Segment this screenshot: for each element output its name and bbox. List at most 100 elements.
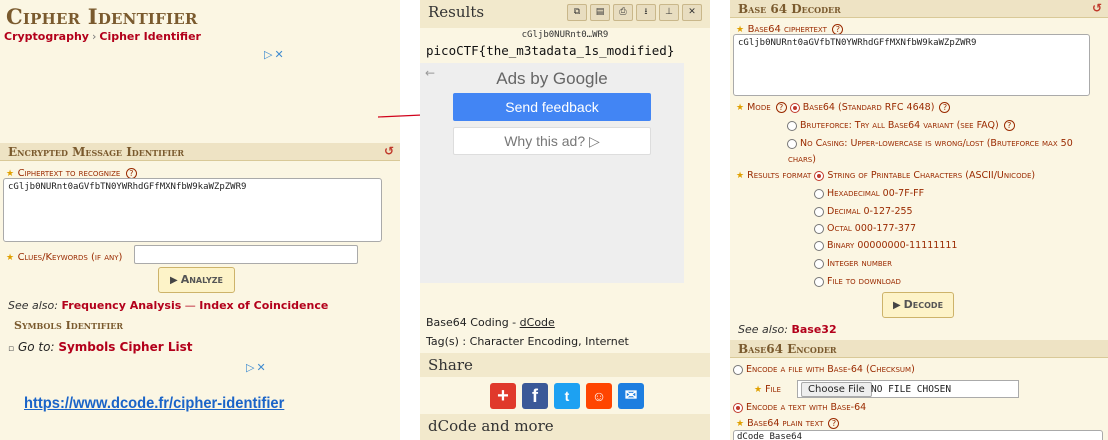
download-icon[interactable]: ⭳ bbox=[636, 4, 656, 21]
format-decimal-row: Decimal 0-127-255 bbox=[814, 206, 913, 217]
twitter-icon[interactable]: t bbox=[554, 383, 580, 409]
page-url[interactable]: https://www.dcode.fr/cipher-identifier bbox=[24, 395, 284, 413]
ad-choices-icon[interactable]: ▷✕ bbox=[264, 48, 286, 61]
dcode-link[interactable]: dCode bbox=[520, 316, 555, 329]
cipher-identifier-panel: Cipher Identifier Cryptography › Cipher Id… bbox=[0, 0, 400, 440]
plain-text-input[interactable]: dCode Base64 bbox=[733, 430, 1103, 440]
format-octal-row: Octal 000-177-377 bbox=[814, 223, 916, 234]
required-star-icon: ★ bbox=[754, 385, 763, 395]
breadcrumb-cryptography[interactable]: Cryptography bbox=[4, 30, 89, 43]
decoder-title: Base 64 Decoder bbox=[738, 2, 841, 16]
results-output: picoCTF{the_m3tadata_1s_modified} bbox=[426, 43, 675, 58]
required-star-icon: ★ bbox=[6, 253, 15, 263]
encode-file-label: Encode a file with Base-64 (Checksum) bbox=[746, 364, 915, 375]
mode-bruteforce-row: Bruteforce: Try all Base64 variant (see … bbox=[787, 120, 1015, 131]
format-integer-radio[interactable] bbox=[814, 258, 824, 269]
section-title: Encrypted Message Identifier bbox=[8, 145, 185, 159]
file-label-row: ★ File bbox=[754, 384, 781, 395]
encode-text-label: Encode a text with Base-64 bbox=[746, 402, 867, 413]
print-icon[interactable]: ⎙ bbox=[613, 4, 633, 21]
close-icon[interactable]: ✕ bbox=[682, 4, 702, 21]
help-icon[interactable]: ? bbox=[125, 167, 137, 179]
encoder-title: Base64 Encoder bbox=[738, 342, 837, 356]
format-binary-row: Binary 00000000-11111111 bbox=[814, 240, 957, 251]
see-also: See also: Base32 bbox=[738, 323, 837, 336]
help-icon[interactable]: ? bbox=[1003, 120, 1015, 131]
required-star-icon: ★ bbox=[736, 171, 745, 181]
required-star-icon: ★ bbox=[736, 103, 745, 113]
mode-standard-label: Base64 (Standard RFC 4648) bbox=[802, 102, 935, 113]
see-also: See also: Frequency Analysis — Index of … bbox=[8, 299, 328, 312]
mode-bruteforce-label: Bruteforce: Try all Base64 variant (see … bbox=[800, 120, 999, 131]
format-string-radio[interactable] bbox=[814, 170, 825, 181]
format-decimal-label: Decimal 0-127-255 bbox=[827, 206, 913, 217]
results-ciphertext: cGljb0NURnt0…WR9 bbox=[521, 30, 609, 40]
format-file-radio[interactable] bbox=[814, 276, 824, 287]
copy-icon[interactable]: ⧉ bbox=[567, 4, 587, 21]
see-also-prefix: See also: bbox=[738, 323, 788, 336]
frequency-analysis-link[interactable]: Frequency Analysis bbox=[61, 299, 181, 312]
pin-icon[interactable]: ⊥ bbox=[659, 4, 679, 21]
clues-label-row: ★ Clues/Keywords (if any) bbox=[6, 250, 122, 263]
mode-nocasing-row: No Casing: Upper-lowercase is wrong/lost… bbox=[787, 138, 1073, 149]
reload-icon[interactable]: ↺ bbox=[1092, 1, 1102, 15]
mode-standard-radio[interactable] bbox=[789, 102, 800, 113]
dcode-and-more-title: dCode and more bbox=[428, 417, 554, 435]
encode-text-radio[interactable] bbox=[733, 402, 743, 413]
google-ad-panel: ← Ads by Google Send feedback Why this a… bbox=[420, 63, 684, 283]
format-binary-radio[interactable] bbox=[814, 240, 824, 251]
base32-link[interactable]: Base32 bbox=[791, 323, 836, 336]
required-star-icon: ★ bbox=[736, 419, 745, 429]
encoder-header: Base64 Encoder bbox=[730, 340, 1108, 358]
tags: Tag(s) : Character Encoding, Internet bbox=[426, 335, 629, 348]
play-icon: ▶ bbox=[169, 275, 178, 286]
breadcrumb: Cryptography › Cipher Identifier bbox=[4, 30, 201, 43]
mode-bruteforce-radio[interactable] bbox=[787, 120, 797, 131]
coding-prefix: Base64 Coding - bbox=[426, 316, 520, 329]
format-integer-row: Integer number bbox=[814, 258, 892, 269]
facebook-icon[interactable]: f bbox=[522, 383, 548, 409]
symbols-cipher-list-link[interactable]: Symbols Cipher List bbox=[58, 340, 192, 354]
results-format-row: ★ Results format String of Printable Cha… bbox=[736, 170, 1035, 181]
clues-input[interactable] bbox=[134, 245, 358, 264]
email-icon[interactable]: ✉ bbox=[618, 383, 644, 409]
decode-button[interactable]: ▶ Decode bbox=[882, 292, 954, 318]
help-icon[interactable]: ? bbox=[828, 418, 840, 429]
symbols-identifier-title: Symbols Identifier bbox=[14, 319, 123, 332]
results-panel: Results ⧉ ▤ ⎙ ⭳ ⊥ ✕ cGljb0NURnt0…WR9 pic… bbox=[420, 0, 710, 440]
help-icon[interactable]: ? bbox=[939, 102, 951, 113]
help-icon[interactable]: ? bbox=[775, 102, 787, 113]
help-icon[interactable]: ? bbox=[832, 23, 844, 35]
reload-icon[interactable]: ↺ bbox=[384, 144, 394, 158]
breadcrumb-cipher-identifier[interactable]: Cipher Identifier bbox=[99, 30, 201, 43]
results-format-label: Results format bbox=[747, 170, 812, 181]
mode-nocasing-radio[interactable] bbox=[787, 138, 797, 149]
section-header: Encrypted Message Identifier ↺ bbox=[0, 143, 400, 161]
why-this-ad-button[interactable]: Why this ad? ▷ bbox=[453, 127, 651, 155]
clues-label: Clues/Keywords (if any) bbox=[17, 252, 123, 263]
decoder-header: Base 64 Decoder ↺ bbox=[730, 0, 1108, 18]
addthis-plus-icon[interactable]: + bbox=[490, 383, 516, 409]
play-icon: ▶ bbox=[892, 300, 901, 311]
encode-file-radio[interactable] bbox=[733, 364, 743, 375]
format-decimal-radio[interactable] bbox=[814, 206, 824, 217]
save-icon[interactable]: ▤ bbox=[590, 4, 610, 21]
analyze-button[interactable]: ▶ Analyze bbox=[158, 267, 235, 293]
ciphertext-input[interactable]: cGljb0NURnt0aGVfbTN0YWRhdGFfMXNfbW9kaWZp… bbox=[3, 178, 382, 242]
base64-ciphertext-input[interactable]: cGljb0NURnt0aGVfbTN0YWRhdGFfMXNfbW9kaWZp… bbox=[733, 34, 1090, 96]
breadcrumb-separator: › bbox=[91, 30, 97, 43]
bullet-icon: ▫ bbox=[8, 344, 15, 354]
mode-nocasing-label: No Casing: Upper-lowercase is wrong/lost… bbox=[800, 138, 1073, 149]
mode-nocasing-label-cont: chars) bbox=[788, 154, 816, 165]
choose-file-button[interactable]: Choose File bbox=[801, 382, 872, 397]
reddit-icon[interactable]: ☺ bbox=[586, 383, 612, 409]
send-feedback-button[interactable]: Send feedback bbox=[453, 93, 651, 121]
format-octal-radio[interactable] bbox=[814, 223, 824, 234]
mode-label-row: ★ Mode ? Base64 (Standard RFC 4648) ? bbox=[736, 102, 951, 113]
format-hex-radio[interactable] bbox=[814, 188, 824, 199]
index-of-coincidence-link[interactable]: Index of Coincidence bbox=[199, 299, 328, 312]
format-file-label: File to download bbox=[827, 276, 901, 287]
format-string-label: String of Printable Characters (ASCII/Un… bbox=[827, 170, 1036, 181]
ad-choices-icon[interactable]: ▷✕ bbox=[246, 361, 268, 374]
goto-prefix: Go to: bbox=[17, 340, 55, 354]
